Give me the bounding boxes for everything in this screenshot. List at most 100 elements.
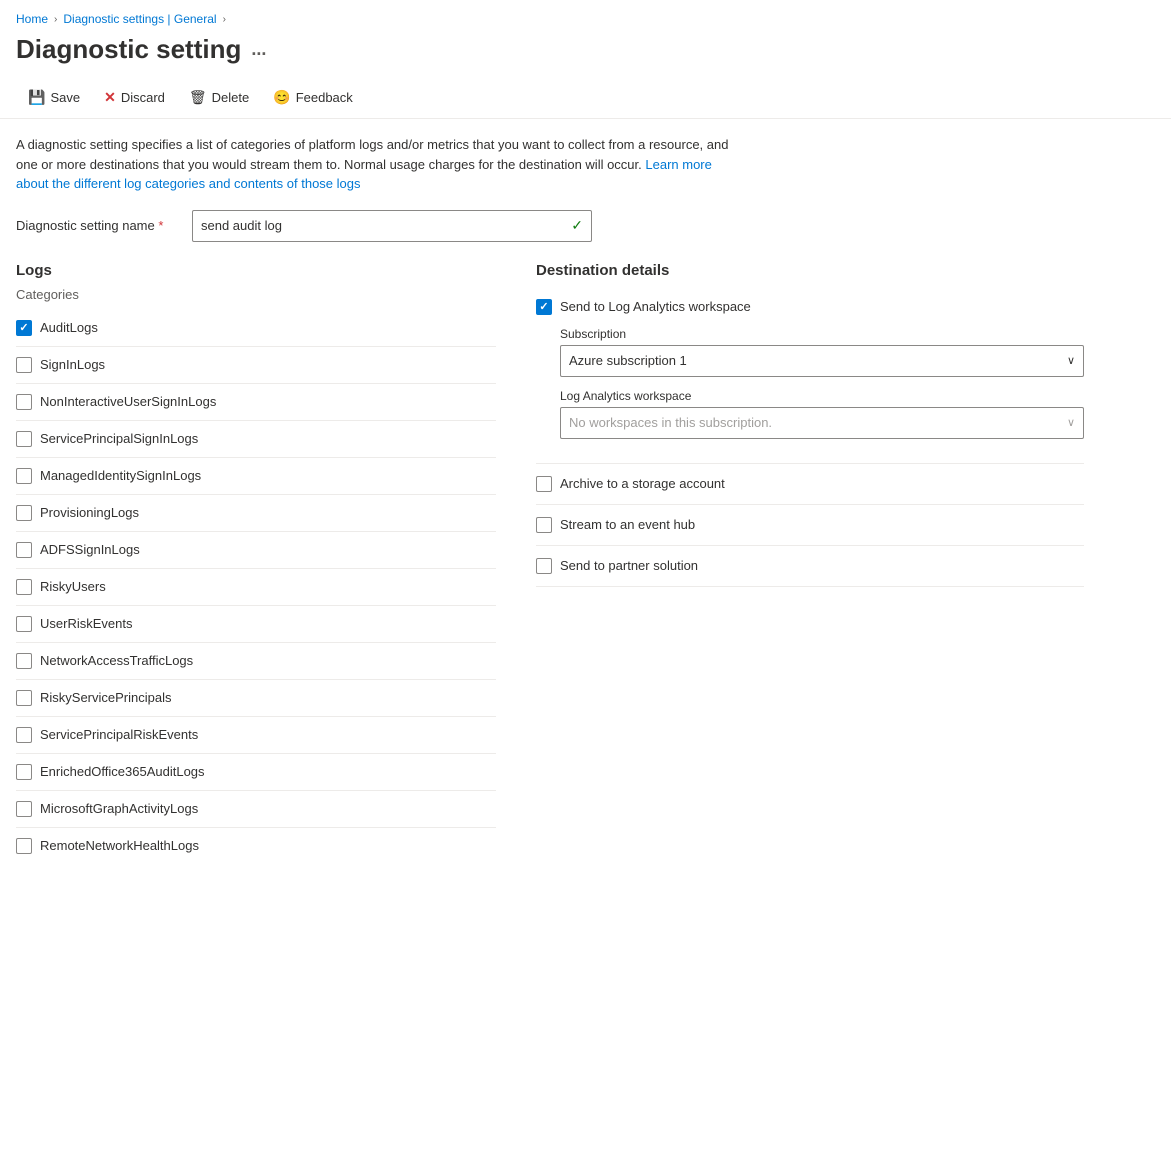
- description-main: A diagnostic setting specifies a list of…: [16, 137, 728, 172]
- network-access-traffic-checkbox[interactable]: [16, 653, 32, 669]
- log-item-remote-network-health[interactable]: RemoteNetworkHealthLogs: [16, 828, 496, 864]
- workspace-field-group: Log Analytics workspace No workspaces in…: [560, 389, 1084, 439]
- save-icon: 💾: [28, 89, 45, 106]
- enriched-office365-checkbox[interactable]: [16, 764, 32, 780]
- noninteractive-signin-checkbox[interactable]: [16, 394, 32, 410]
- breadcrumb-home[interactable]: Home: [16, 12, 48, 26]
- setting-name-label: Diagnostic setting name *: [16, 218, 176, 233]
- service-principal-risk-events-label: ServicePrincipalRiskEvents: [40, 727, 198, 742]
- event-hub-label: Stream to an event hub: [560, 517, 695, 532]
- log-item-ms-graph-activity[interactable]: MicrosoftGraphActivityLogs: [16, 791, 496, 828]
- required-marker: *: [158, 218, 163, 233]
- validation-check-icon: ✓: [571, 217, 583, 234]
- storage-account-row[interactable]: Archive to a storage account: [536, 464, 1084, 505]
- delete-icon: 🗑: [189, 89, 207, 106]
- log-item-audit-logs[interactable]: AuditLogs: [16, 310, 496, 347]
- log-item-user-risk-events[interactable]: UserRiskEvents: [16, 606, 496, 643]
- risky-service-principals-checkbox[interactable]: [16, 690, 32, 706]
- discard-button[interactable]: ✕ Discard: [92, 83, 177, 112]
- subscription-select[interactable]: Azure subscription 1 ∨: [560, 345, 1084, 377]
- breadcrumb-diagnostic-settings[interactable]: Diagnostic settings | General: [63, 12, 216, 26]
- feedback-label: Feedback: [296, 90, 353, 105]
- page-title-container: Diagnostic setting ...: [0, 30, 1171, 77]
- adfs-signin-checkbox[interactable]: [16, 542, 32, 558]
- log-item-service-principal-signin[interactable]: ServicePrincipalSignInLogs: [16, 421, 496, 458]
- managed-identity-signin-checkbox[interactable]: [16, 468, 32, 484]
- log-analytics-checkbox[interactable]: [536, 299, 552, 315]
- subscription-label: Subscription: [560, 327, 1084, 341]
- delete-button[interactable]: 🗑 Delete: [177, 83, 261, 112]
- setting-name-input[interactable]: [201, 218, 571, 233]
- main-columns: Logs Categories AuditLogs SignInLogs Non…: [16, 262, 1084, 864]
- user-risk-events-checkbox[interactable]: [16, 616, 32, 632]
- provisioning-logs-label: ProvisioningLogs: [40, 505, 139, 520]
- breadcrumb-sep-2: ›: [223, 14, 226, 25]
- log-item-network-access-traffic[interactable]: NetworkAccessTrafficLogs: [16, 643, 496, 680]
- partner-solution-row[interactable]: Send to partner solution: [536, 546, 1084, 587]
- storage-account-label: Archive to a storage account: [560, 476, 725, 491]
- provisioning-logs-checkbox[interactable]: [16, 505, 32, 521]
- workspace-select[interactable]: No workspaces in this subscription. ∨: [560, 407, 1084, 439]
- discard-icon: ✕: [104, 89, 116, 106]
- logs-categories-label: Categories: [16, 287, 496, 302]
- signin-logs-checkbox[interactable]: [16, 357, 32, 373]
- log-analytics-sub-fields: Subscription Azure subscription 1 ∨ Log …: [536, 319, 1084, 464]
- logs-section: Logs Categories AuditLogs SignInLogs Non…: [16, 262, 496, 864]
- log-item-risky-users[interactable]: RiskyUsers: [16, 569, 496, 606]
- setting-name-row: Diagnostic setting name * ✓: [16, 210, 1084, 242]
- log-item-enriched-office365[interactable]: EnrichedOffice365AuditLogs: [16, 754, 496, 791]
- subscription-value: Azure subscription 1: [569, 353, 687, 368]
- feedback-icon: 😊: [273, 89, 290, 106]
- breadcrumb: Home › Diagnostic settings | General ›: [0, 0, 1171, 30]
- log-item-managed-identity-signin[interactable]: ManagedIdentitySignInLogs: [16, 458, 496, 495]
- subscription-field-group: Subscription Azure subscription 1 ∨: [560, 327, 1084, 377]
- log-item-service-principal-risk-events[interactable]: ServicePrincipalRiskEvents: [16, 717, 496, 754]
- adfs-signin-label: ADFSSignInLogs: [40, 542, 140, 557]
- workspace-chevron-icon: ∨: [1067, 416, 1075, 429]
- log-item-signin-logs[interactable]: SignInLogs: [16, 347, 496, 384]
- log-analytics-label: Send to Log Analytics workspace: [560, 299, 751, 314]
- event-hub-checkbox[interactable]: [536, 517, 552, 533]
- save-label: Save: [50, 90, 80, 105]
- setting-name-input-container: ✓: [192, 210, 592, 242]
- enriched-office365-label: EnrichedOffice365AuditLogs: [40, 764, 205, 779]
- main-content: A diagnostic setting specifies a list of…: [0, 119, 1100, 880]
- storage-account-checkbox[interactable]: [536, 476, 552, 492]
- log-item-adfs-signin[interactable]: ADFSSignInLogs: [16, 532, 496, 569]
- network-access-traffic-label: NetworkAccessTrafficLogs: [40, 653, 193, 668]
- remote-network-health-label: RemoteNetworkHealthLogs: [40, 838, 199, 853]
- description-text: A diagnostic setting specifies a list of…: [16, 135, 736, 194]
- destination-section: Destination details Send to Log Analytic…: [536, 262, 1084, 864]
- service-principal-signin-label: ServicePrincipalSignInLogs: [40, 431, 198, 446]
- event-hub-row[interactable]: Stream to an event hub: [536, 505, 1084, 546]
- discard-label: Discard: [121, 90, 165, 105]
- log-item-noninteractive-signin[interactable]: NonInteractiveUserSignInLogs: [16, 384, 496, 421]
- page-title: Diagnostic setting: [16, 34, 241, 65]
- risky-users-checkbox[interactable]: [16, 579, 32, 595]
- subscription-chevron-icon: ∨: [1067, 354, 1075, 367]
- workspace-label: Log Analytics workspace: [560, 389, 1084, 403]
- more-options-button[interactable]: ...: [251, 39, 266, 60]
- risky-users-label: RiskyUsers: [40, 579, 106, 594]
- destination-section-title: Destination details: [536, 262, 1084, 279]
- ms-graph-activity-checkbox[interactable]: [16, 801, 32, 817]
- feedback-button[interactable]: 😊 Feedback: [261, 83, 365, 112]
- remote-network-health-checkbox[interactable]: [16, 838, 32, 854]
- audit-logs-checkbox[interactable]: [16, 320, 32, 336]
- toolbar: 💾 Save ✕ Discard 🗑 Delete 😊 Feedback: [0, 77, 1171, 119]
- log-analytics-row[interactable]: Send to Log Analytics workspace: [536, 287, 1084, 319]
- delete-label: Delete: [212, 90, 250, 105]
- log-item-provisioning-logs[interactable]: ProvisioningLogs: [16, 495, 496, 532]
- audit-logs-label: AuditLogs: [40, 320, 98, 335]
- signin-logs-label: SignInLogs: [40, 357, 105, 372]
- partner-solution-checkbox[interactable]: [536, 558, 552, 574]
- service-principal-signin-checkbox[interactable]: [16, 431, 32, 447]
- save-button[interactable]: 💾 Save: [16, 83, 92, 112]
- log-item-risky-service-principals[interactable]: RiskyServicePrincipals: [16, 680, 496, 717]
- risky-service-principals-label: RiskyServicePrincipals: [40, 690, 171, 705]
- managed-identity-signin-label: ManagedIdentitySignInLogs: [40, 468, 201, 483]
- user-risk-events-label: UserRiskEvents: [40, 616, 132, 631]
- partner-solution-label: Send to partner solution: [560, 558, 698, 573]
- log-analytics-option: Send to Log Analytics workspace Subscrip…: [536, 287, 1084, 464]
- service-principal-risk-events-checkbox[interactable]: [16, 727, 32, 743]
